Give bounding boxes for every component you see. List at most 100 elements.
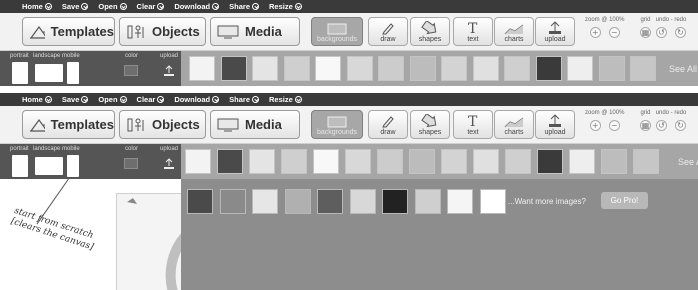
see-all-link[interactable]: See All bbox=[669, 64, 697, 74]
background-thumbnail[interactable] bbox=[598, 56, 625, 81]
menu-share[interactable]: Share bbox=[229, 95, 260, 104]
background-thumbnail[interactable] bbox=[447, 189, 473, 214]
color-swatch[interactable] bbox=[124, 158, 138, 169]
menu-save[interactable]: Save bbox=[62, 2, 89, 11]
grid-toggle-icon[interactable]: ▦ bbox=[640, 120, 651, 131]
zoom-out-icon[interactable]: − bbox=[608, 120, 620, 131]
background-thumbnail[interactable] bbox=[284, 189, 311, 214]
background-thumbnail[interactable] bbox=[630, 56, 656, 81]
menu-open[interactable]: Open bbox=[98, 95, 127, 104]
background-thumbnail[interactable] bbox=[409, 56, 436, 81]
menu-download[interactable]: Download bbox=[174, 95, 220, 104]
chevron-down-icon bbox=[119, 96, 127, 103]
menu-share[interactable]: Share bbox=[229, 2, 260, 11]
background-thumbnail[interactable] bbox=[535, 56, 562, 81]
background-thumbnail[interactable] bbox=[473, 149, 499, 174]
menu-save[interactable]: Save bbox=[62, 95, 89, 104]
menu-clear-label: Clear bbox=[136, 95, 156, 104]
landscape-page-button[interactable] bbox=[35, 157, 63, 175]
background-thumbnail[interactable] bbox=[378, 56, 404, 81]
background-thumbnail[interactable] bbox=[409, 149, 435, 174]
zoom-in-icon[interactable]: + bbox=[589, 27, 601, 38]
tool-shapes[interactable]: shapes bbox=[410, 17, 450, 46]
background-thumbnail[interactable] bbox=[220, 56, 247, 81]
background-thumbnail[interactable] bbox=[249, 149, 275, 174]
menu-resize[interactable]: Resize bbox=[269, 95, 302, 104]
tool-backgrounds[interactable]: backgrounds bbox=[311, 110, 363, 139]
undo-icon[interactable]: ↺ bbox=[656, 27, 667, 38]
portrait-page-button[interactable] bbox=[12, 62, 28, 84]
background-thumbnail[interactable] bbox=[283, 56, 310, 81]
background-thumbnail[interactable] bbox=[441, 149, 467, 174]
background-thumbnail[interactable] bbox=[479, 189, 506, 214]
background-thumbnail[interactable] bbox=[505, 149, 531, 174]
background-thumbnail[interactable] bbox=[185, 149, 211, 174]
background-thumbnail[interactable] bbox=[537, 149, 563, 174]
menu-open[interactable]: Open bbox=[98, 2, 127, 11]
tool-draw[interactable]: draw bbox=[368, 110, 408, 139]
background-thumbnail[interactable] bbox=[313, 149, 339, 174]
templates-label: Templates bbox=[50, 117, 114, 132]
menu-clear[interactable]: Clear bbox=[137, 95, 165, 104]
background-thumbnail[interactable] bbox=[567, 56, 593, 81]
background-thumbnail[interactable] bbox=[315, 56, 341, 81]
background-thumbnail[interactable] bbox=[346, 56, 373, 81]
background-thumbnail[interactable] bbox=[217, 149, 243, 174]
background-thumbnail[interactable] bbox=[281, 149, 307, 174]
background-thumbnail[interactable] bbox=[472, 56, 499, 81]
templates-button[interactable]: Templates bbox=[22, 17, 115, 46]
menu-clear[interactable]: Clear bbox=[137, 2, 165, 11]
background-thumbnail[interactable] bbox=[252, 189, 278, 214]
templates-button[interactable]: Templates bbox=[22, 110, 115, 139]
background-thumbnail[interactable] bbox=[414, 189, 441, 214]
background-thumbnail[interactable] bbox=[317, 189, 343, 214]
objects-button[interactable]: Objects bbox=[119, 17, 206, 46]
objects-button[interactable]: Objects bbox=[119, 110, 206, 139]
landscape-page-button[interactable] bbox=[35, 64, 63, 82]
menu-home[interactable]: Home bbox=[22, 2, 52, 11]
background-thumbnail[interactable] bbox=[504, 56, 530, 81]
menu-home[interactable]: Home bbox=[22, 95, 52, 104]
upload-icon[interactable] bbox=[163, 157, 176, 170]
mobile-page-button[interactable] bbox=[67, 62, 79, 84]
media-button[interactable]: Media bbox=[210, 17, 300, 46]
mobile-page-button[interactable] bbox=[67, 155, 79, 177]
objects-label: Objects bbox=[152, 24, 200, 39]
background-thumbnail[interactable] bbox=[382, 189, 408, 214]
background-thumbnail[interactable] bbox=[441, 56, 467, 81]
background-thumbnail[interactable] bbox=[601, 149, 627, 174]
tool-charts[interactable]: charts bbox=[494, 17, 534, 46]
tool-text[interactable]: T text bbox=[453, 17, 493, 46]
background-thumbnail[interactable] bbox=[219, 189, 246, 214]
upload-icon[interactable] bbox=[163, 64, 176, 77]
see-all-link[interactable]: See All bbox=[678, 157, 698, 167]
tool-backgrounds[interactable]: backgrounds bbox=[311, 17, 363, 46]
go-pro-button[interactable]: Go Pro! bbox=[601, 192, 648, 209]
tool-upload[interactable]: upload bbox=[535, 110, 575, 139]
tool-shapes[interactable]: shapes bbox=[410, 110, 450, 139]
background-thumbnail[interactable] bbox=[189, 56, 215, 81]
tool-upload[interactable]: upload bbox=[535, 17, 575, 46]
grid-toggle-icon[interactable]: ▦ bbox=[640, 27, 651, 38]
tool-text[interactable]: T text bbox=[453, 110, 493, 139]
redo-icon[interactable]: ↻ bbox=[675, 27, 686, 38]
background-thumbnail[interactable] bbox=[633, 149, 659, 174]
zoom-out-icon[interactable]: − bbox=[608, 27, 620, 38]
background-thumbnail[interactable] bbox=[252, 56, 278, 81]
zoom-in-icon[interactable]: + bbox=[589, 120, 601, 131]
background-thumbnail[interactable] bbox=[187, 189, 213, 214]
menu-download[interactable]: Download bbox=[174, 2, 220, 11]
background-thumbnail[interactable] bbox=[349, 189, 376, 214]
menu-resize[interactable]: Resize bbox=[269, 2, 302, 11]
tool-charts[interactable]: charts bbox=[494, 110, 534, 139]
background-thumbnail[interactable] bbox=[569, 149, 595, 174]
portrait-page-button[interactable] bbox=[12, 155, 28, 177]
media-button[interactable]: Media bbox=[210, 110, 300, 139]
color-swatch[interactable] bbox=[124, 65, 138, 76]
undo-icon[interactable]: ↺ bbox=[656, 120, 667, 131]
design-canvas[interactable] bbox=[116, 193, 181, 290]
tool-draw[interactable]: draw bbox=[368, 17, 408, 46]
redo-icon[interactable]: ↻ bbox=[675, 120, 686, 131]
background-thumbnail[interactable] bbox=[377, 149, 403, 174]
background-thumbnail[interactable] bbox=[345, 149, 371, 174]
